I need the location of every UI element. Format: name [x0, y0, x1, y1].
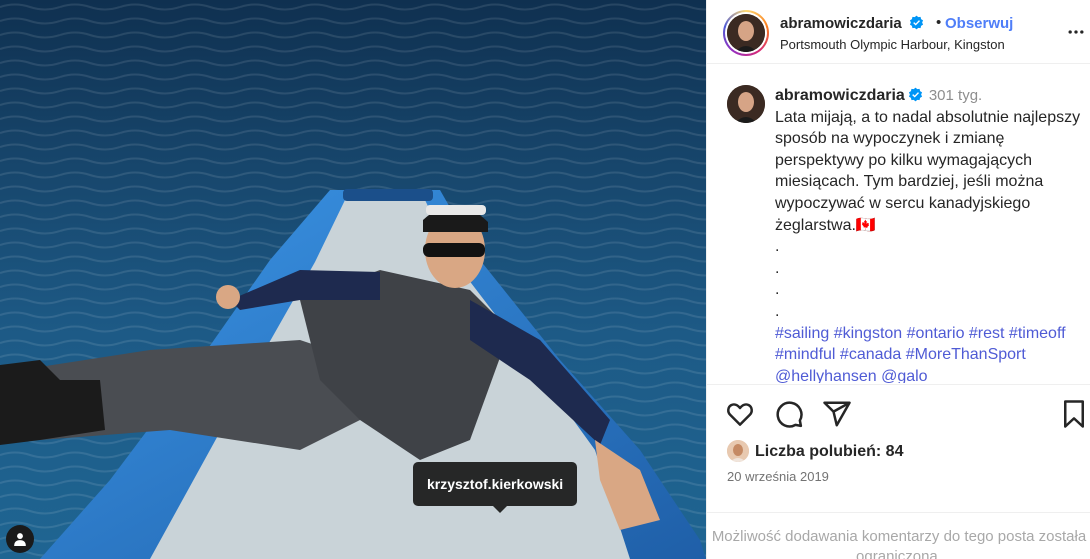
- share-icon[interactable]: [822, 399, 852, 429]
- avatar[interactable]: [727, 14, 765, 52]
- caption-text-block: abramowiczdaria 301 tyg. Lata mijają, a t…: [775, 85, 1090, 383]
- caption-avatar[interactable]: [727, 85, 765, 123]
- liker-avatar: [727, 440, 749, 462]
- more-options-icon[interactable]: [1065, 22, 1087, 42]
- bookmark-icon[interactable]: [1059, 399, 1089, 429]
- username-text[interactable]: abramowiczdaria: [780, 15, 902, 32]
- comments-limited-notice: Możliwość dodawania komentarzy do tego p…: [707, 512, 1090, 559]
- caption-timestamp[interactable]: 301 tyg.: [929, 87, 982, 104]
- post-side-panel: abramowiczdaria • Obserwuj Portsmouth Ol…: [706, 0, 1090, 559]
- tagged-users-button[interactable]: [6, 525, 34, 553]
- comment-icon[interactable]: [774, 399, 804, 429]
- user-tag-bubble[interactable]: krzysztof.kierkowski: [413, 462, 578, 513]
- post-header: abramowiczdaria • Obserwuj Portsmouth Ol…: [707, 0, 1090, 64]
- photo-scene: [0, 0, 706, 559]
- tag-username[interactable]: krzysztof.kierkowski: [427, 476, 563, 492]
- follow-button[interactable]: Obserwuj: [945, 15, 1013, 32]
- verified-badge-icon: [908, 87, 922, 102]
- location-link[interactable]: Portsmouth Olympic Harbour, Kingston: [780, 37, 1005, 52]
- likes-label: Liczba polubień:: [755, 443, 882, 460]
- post-photo[interactable]: krzysztof.kierkowski: [0, 0, 706, 559]
- caption-hashtags[interactable]: #sailing #kingston #ontario #rest #timeo…: [775, 325, 1066, 383]
- likes-number: 84: [885, 443, 904, 460]
- heart-icon[interactable]: [725, 399, 755, 429]
- header-username[interactable]: abramowiczdaria: [780, 15, 924, 32]
- caption-body: Lata mijają, a to nadal absolutnie najle…: [775, 108, 1081, 320]
- verified-badge-icon: [909, 15, 923, 30]
- story-ring[interactable]: [723, 10, 769, 56]
- post-date[interactable]: 20 września 2019: [727, 469, 829, 484]
- caption-username[interactable]: abramowiczdaria: [775, 87, 905, 104]
- likes-count[interactable]: Liczba polubień: 84: [755, 443, 903, 461]
- user-icon: [14, 533, 26, 546]
- action-bar: [707, 384, 1090, 444]
- caption-area: abramowiczdaria 301 tyg. Lata mijają, a t…: [707, 65, 1090, 383]
- header-separator: •: [936, 14, 942, 31]
